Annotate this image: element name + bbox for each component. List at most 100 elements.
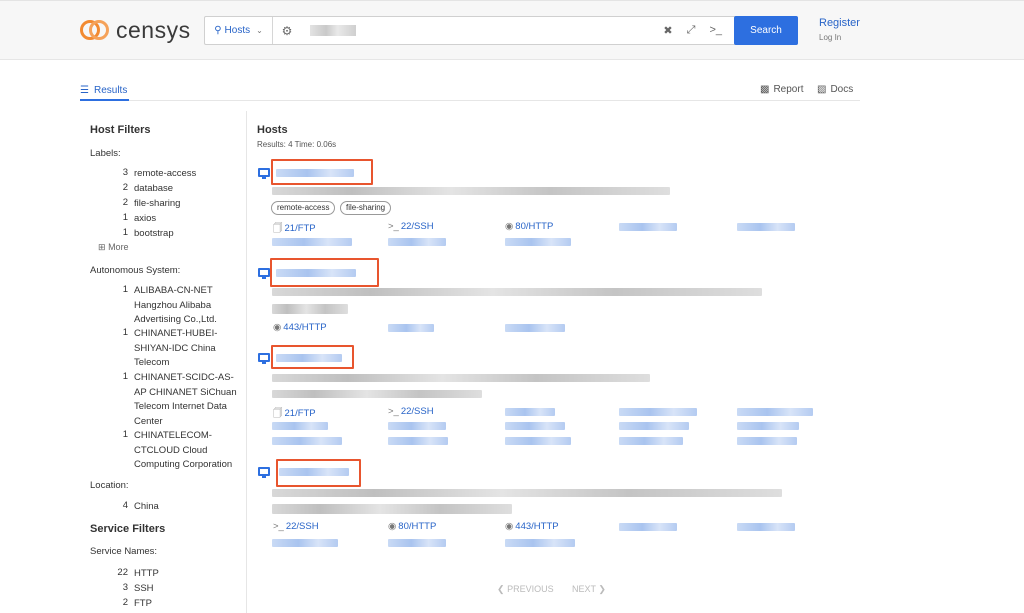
previous-page-button[interactable]: ❮ PREVIOUS [497,584,554,595]
redacted-detail [388,437,448,445]
register-link[interactable]: Register [819,17,860,29]
host-description [272,288,762,296]
expand-icon[interactable]: ⤢ [687,24,696,37]
search-icon: ⚲ [214,25,222,36]
redacted-detail [619,437,683,445]
host-description [272,374,650,382]
redacted-detail [505,422,565,430]
host-description [272,187,670,195]
censys-logo[interactable]: censys [80,15,191,45]
host-monitor-icon [258,268,270,279]
redacted-detail [388,422,446,430]
redacted-detail [737,437,797,445]
docs-link[interactable]: ▧ Docs [817,84,853,95]
search-button[interactable]: Search [734,16,798,45]
sidebar-divider [246,111,247,613]
redacted-detail [388,238,446,246]
redacted-detail [619,422,689,430]
next-page-button[interactable]: NEXT ❯ [572,584,606,595]
tab-results[interactable]: ☰ Results [80,82,130,101]
redacted-service [619,223,677,231]
search-bar: ⚲ Hosts ⌄ ⚙ ✖ ⤢ >_ Search [204,16,798,45]
search-type-dropdown[interactable]: ⚲ Hosts ⌄ [205,17,273,44]
results-title: Hosts [257,124,288,136]
docs-label: Docs [830,84,854,95]
results-meta: Results: 4 Time: 0.06s [257,140,337,149]
tab-results-label: Results [93,85,128,96]
redacted-detail [272,422,328,430]
plus-box-icon: ⊞ [98,242,106,252]
redacted-detail [505,539,575,547]
globe-icon: ◉ [505,521,514,532]
more-labels-button[interactable]: ⊞ More [98,242,129,253]
redacted-service [737,408,813,416]
top-header: censys ⚲ Hosts ⌄ ⚙ ✖ ⤢ >_ Search Registe… [0,0,1024,60]
service-names-heading: Service Names: [90,546,158,557]
globe-icon: ◉ [388,521,397,532]
redacted-service [737,523,795,531]
as-heading: Autonomous System: [90,265,181,276]
login-link[interactable]: Log In [819,33,841,42]
report-label: Report [773,84,804,95]
redacted-service [505,324,565,332]
label-pill[interactable]: file-sharing [340,201,392,215]
highlight-box [276,459,361,487]
search-actions: ✖ ⤢ >_ [663,24,734,37]
service-link[interactable]: >_ 22/SSH [273,521,319,532]
file-icon: 🗍 [273,223,283,234]
chevron-left-icon: ❮ [497,584,505,594]
terminal-icon[interactable]: >_ [709,24,722,37]
redacted-detail [737,422,799,430]
host-description [272,489,782,497]
logo-text: censys [116,16,191,43]
redacted-label [272,304,348,314]
clear-icon[interactable]: ✖ [663,24,672,37]
host-description-line2 [272,390,482,398]
redacted-detail [272,437,342,445]
service-filters-heading: Service Filters [90,523,166,535]
globe-icon: ◉ [505,221,514,232]
gear-icon[interactable]: ⚙ [273,24,301,38]
terminal-icon: >_ [273,521,284,532]
chevron-right-icon: ❯ [598,584,606,594]
search-type-label: Hosts [224,25,251,36]
censys-logo-icon [80,18,110,42]
globe-icon: ◉ [273,322,282,333]
results-tabbar: ☰ Results ▩ Report ▧ Docs [80,82,860,101]
caret-down-icon: ⌄ [256,26,263,35]
redacted-detail [505,437,571,445]
highlight-box [271,345,354,369]
service-link[interactable]: ◉ 80/HTTP [505,221,553,232]
redacted-detail [388,539,446,547]
redacted-detail [272,238,352,246]
host-description-line2 [272,504,512,514]
service-link[interactable]: ◉ 443/HTTP [505,521,559,532]
service-link[interactable]: ◉ 80/HTTP [388,521,436,532]
service-link[interactable]: ◉ 443/HTTP [273,322,327,333]
redacted-query [310,25,356,36]
file-icon: 🗍 [273,408,283,419]
redacted-service [737,223,795,231]
host-filters-heading: Host Filters [90,124,151,136]
host-monitor-icon [258,467,270,478]
service-link[interactable]: 🗍 21/FTP [273,221,316,237]
service-link[interactable]: >_ 22/SSH [388,406,434,417]
redacted-detail [505,238,571,246]
terminal-icon: >_ [388,406,399,417]
book-icon: ▧ [817,84,827,95]
list-icon: ☰ [80,85,89,96]
host-monitor-icon [258,168,270,179]
redacted-service [388,324,434,332]
service-link[interactable]: >_ 22/SSH [388,221,434,232]
host-monitor-icon [258,353,270,364]
highlight-box [271,159,373,185]
terminal-icon: >_ [388,221,399,232]
labels-heading: Labels: [90,148,121,159]
report-link[interactable]: ▩ Report [760,84,803,95]
redacted-service [619,523,677,531]
bar-chart-icon: ▩ [760,84,770,95]
service-link[interactable]: 🗍 21/FTP [273,406,316,422]
highlight-box [270,258,379,287]
label-pill[interactable]: remote-access [271,201,336,215]
redacted-service [619,408,697,416]
